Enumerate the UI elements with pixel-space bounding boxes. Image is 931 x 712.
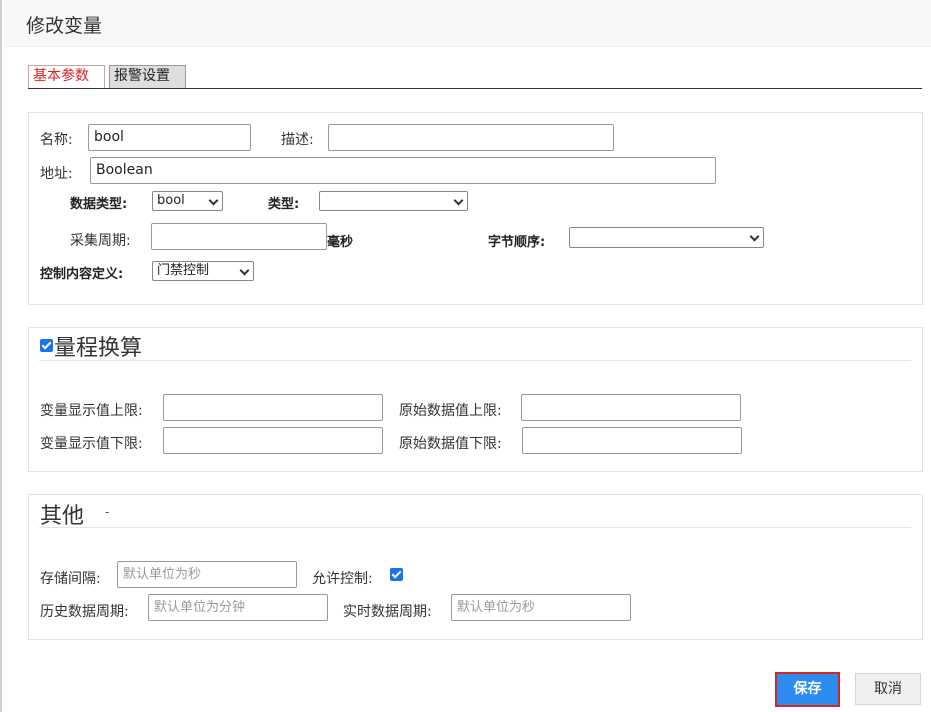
section-divider [39,527,911,528]
cancel-button[interactable]: 取消 [855,673,921,705]
datatype-label: 数据类型: [70,197,128,212]
tab-alarm-settings[interactable]: 报警设置 [109,65,186,88]
raw-upper-input[interactable] [521,394,741,421]
control-definition-select[interactable]: 门禁控制 [152,261,254,281]
other-title: 其他 [40,504,85,529]
display-lower-label: 变量显示值下限: [40,436,143,452]
byte-order-label: 字节顺序: [488,235,546,250]
display-upper-label: 变量显示值上限: [40,403,143,419]
tab-basic-params[interactable]: 基本参数 [28,65,105,88]
description-input[interactable] [328,124,614,151]
history-period-label: 历史数据周期: [40,604,129,620]
control-definition-select-value: 门禁控制 [157,263,210,278]
range-conversion-panel: 量程换算 变量显示值上限: 原始数据值上限: 变量显示值下限: 原始数据值下限: [28,327,923,472]
range-conversion-checkbox[interactable] [40,339,53,352]
allow-control-label: 允许控制: [312,571,373,587]
other-dash: - [105,505,110,519]
edit-variable-dialog: 修改变量 基本参数 报警设置 名称: bool 描述: 地址: Boolean … [0,0,931,712]
raw-lower-label: 原始数据值下限: [399,436,502,452]
chevron-down-icon [749,231,760,242]
name-input[interactable]: bool [88,124,251,151]
address-input[interactable]: Boolean [90,157,716,184]
byte-order-select[interactable] [569,227,764,248]
tab-bar: 基本参数 报警设置 [28,65,922,89]
raw-upper-label: 原始数据值上限: [399,403,502,419]
dialog-title: 修改变量 [26,15,103,37]
range-conversion-title: 量程换算 [54,336,143,361]
realtime-period-label: 实时数据周期: [343,604,432,620]
collection-period-input[interactable] [151,223,327,250]
storage-interval-input[interactable]: 默认单位为秒 [117,561,297,588]
control-definition-label: 控制内容定义: [40,267,124,282]
realtime-period-input[interactable]: 默认单位为秒 [451,594,631,621]
address-label: 地址: [40,166,73,182]
other-panel: 其他 - 存储间隔: 默认单位为秒 允许控制: 历史数据周期: 默认单位为分钟 … [28,494,923,640]
storage-interval-label: 存储间隔: [40,571,101,587]
raw-lower-input[interactable] [522,427,742,454]
collection-period-label: 采集周期: [70,233,131,249]
type-select[interactable] [319,191,468,211]
chevron-down-icon [239,265,250,276]
chevron-down-icon [208,195,219,206]
description-label: 描述: [281,132,314,148]
datatype-select[interactable]: bool [152,191,223,211]
allow-control-checkbox[interactable] [390,568,403,581]
name-label: 名称: [40,132,73,148]
dialog-titlebar: 修改变量 [4,0,931,47]
type-label: 类型: [268,197,300,212]
history-period-input[interactable]: 默认单位为分钟 [148,594,328,621]
basic-params-panel: 名称: bool 描述: 地址: Boolean 数据类型: bool 类型: … [28,112,923,305]
section-divider [39,360,911,361]
datatype-select-value: bool [157,193,185,208]
chevron-down-icon [453,195,464,206]
display-upper-input[interactable] [163,394,383,421]
period-unit-label: 毫秒 [327,235,354,250]
display-lower-input[interactable] [163,427,383,454]
save-button[interactable]: 保存 [775,672,840,707]
